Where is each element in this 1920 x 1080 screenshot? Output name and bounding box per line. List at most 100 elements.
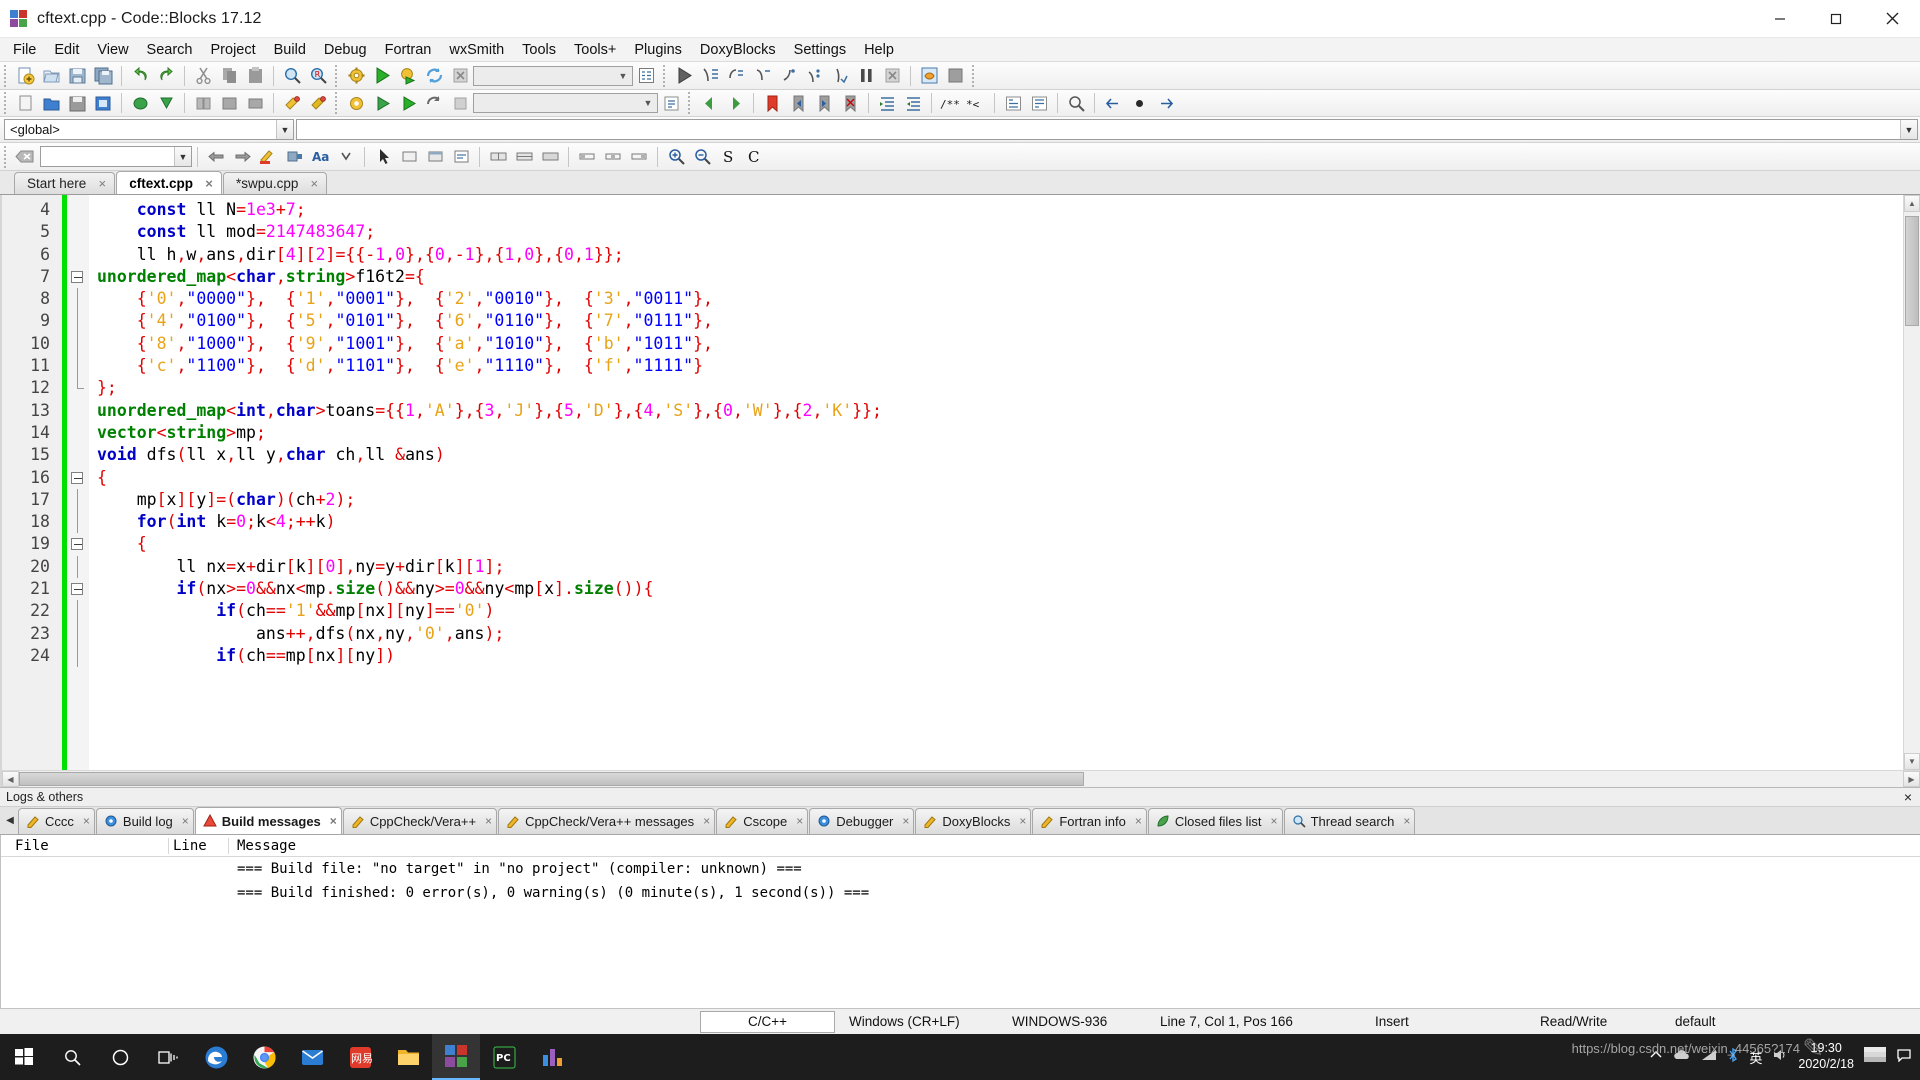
toolbar-grip[interactable] — [2, 64, 10, 87]
uncomment-block-icon[interactable]: *< — [963, 91, 989, 115]
debugger-toolbar-grip[interactable] — [661, 64, 669, 87]
bluetooth-icon[interactable] — [1727, 1047, 1739, 1068]
save-icon[interactable] — [64, 64, 90, 88]
youdao-button[interactable]: 网易 — [336, 1034, 384, 1080]
debug-next-line-icon[interactable] — [723, 64, 749, 88]
wx-dialog-icon[interactable] — [422, 145, 448, 169]
undo-icon[interactable] — [127, 64, 153, 88]
layout-horizontal-icon[interactable] — [485, 145, 511, 169]
fortran-run-icon[interactable] — [369, 91, 395, 115]
fold-marker[interactable] — [67, 266, 89, 288]
onedrive-icon[interactable] — [1673, 1048, 1691, 1067]
code-text-area[interactable]: const ll N=1e3+7; const ll mod=214748364… — [89, 195, 1903, 770]
scroll-down-arrow-icon[interactable]: ▼ — [1904, 753, 1920, 771]
doxyblocks-toolbar-grip[interactable] — [2, 92, 10, 114]
open-file-icon[interactable] — [38, 64, 64, 88]
doxyblocks-lines-icon[interactable] — [242, 91, 268, 115]
layout-grid-icon[interactable] — [537, 145, 563, 169]
menu-view[interactable]: View — [88, 39, 137, 61]
ime-icon[interactable]: 英 — [1749, 1048, 1762, 1067]
close-icon[interactable]: × — [1403, 814, 1410, 828]
show-hidden-icons[interactable] — [1649, 1048, 1663, 1067]
logs-tab-build-messages[interactable]: Build messages × — [194, 807, 342, 835]
select-word-icon[interactable] — [281, 145, 307, 169]
highlight-occurrences-icon[interactable] — [1063, 91, 1089, 115]
minimize-button[interactable] — [1752, 0, 1808, 38]
menu-debug[interactable]: Debug — [315, 39, 376, 61]
logs-tab-cccc[interactable]: Cccc × — [18, 807, 95, 834]
fold-marker[interactable] — [67, 467, 89, 489]
menu-doxyblocks[interactable]: DoxyBlocks — [691, 39, 785, 61]
vscroll-thumb[interactable] — [1905, 216, 1919, 326]
fortran-toolbar-grip[interactable] — [333, 92, 341, 114]
close-icon[interactable]: × — [182, 814, 189, 828]
cn-flag-icon[interactable] — [1864, 1047, 1886, 1067]
highlight-all-icon[interactable] — [255, 145, 281, 169]
align-right-icon[interactable] — [626, 145, 652, 169]
fold-all-icon[interactable] — [1026, 91, 1052, 115]
close-icon[interactable]: × — [1019, 814, 1026, 828]
editor-tab-swpu-cpp[interactable]: *swpu.cpp × — [223, 172, 328, 194]
logs-tab-debugger[interactable]: Debugger × — [809, 807, 915, 834]
indent-increase-icon[interactable] — [874, 91, 900, 115]
close-icon[interactable]: × — [796, 814, 803, 828]
close-icon[interactable]: × — [96, 177, 108, 190]
fortran-prev-icon[interactable] — [696, 91, 722, 115]
incremental-search-input[interactable]: ▼ — [40, 146, 192, 167]
chrome-button[interactable] — [240, 1034, 288, 1080]
volume-icon[interactable] — [1772, 1048, 1788, 1067]
doxyblocks-comment-icon[interactable] — [190, 91, 216, 115]
menu-wxsmith[interactable]: wxSmith — [440, 39, 513, 61]
logs-panel-close-icon[interactable]: × — [1904, 790, 1912, 804]
close-icon[interactable]: × — [1271, 814, 1278, 828]
save-all-icon[interactable] — [90, 64, 116, 88]
doxyblocks-extract-icon[interactable] — [153, 91, 179, 115]
nav-here-icon[interactable] — [1126, 91, 1152, 115]
nav-forward-icon[interactable] — [1152, 91, 1178, 115]
menu-edit[interactable]: Edit — [45, 39, 88, 61]
doxyblocks-save-icon[interactable] — [64, 91, 90, 115]
menu-tools[interactable]: Tools — [513, 39, 565, 61]
search-options-icon[interactable] — [333, 145, 359, 169]
table-row[interactable]: === Build finished: 0 error(s), 0 warnin… — [1, 881, 1920, 905]
debug-continue-icon[interactable] — [671, 64, 697, 88]
codeblocks-button[interactable] — [432, 1034, 480, 1080]
debug-stop-icon[interactable] — [879, 64, 905, 88]
toolbar-grip-end[interactable] — [970, 64, 978, 87]
debug-step-into-instruction-icon[interactable] — [827, 64, 853, 88]
symbol-combo[interactable]: ▼ — [296, 119, 1918, 140]
indent-decrease-icon[interactable] — [900, 91, 926, 115]
editor-vertical-scrollbar[interactable]: ▲ ▼ — [1903, 195, 1920, 771]
run-icon[interactable] — [369, 64, 395, 88]
scope-combo[interactable]: <global> ▼ — [4, 119, 294, 140]
fortran-run2-icon[interactable] — [395, 91, 421, 115]
logs-tab-prev-icon[interactable]: ◀ — [2, 815, 18, 826]
menu-build[interactable]: Build — [265, 39, 315, 61]
close-icon[interactable]: × — [485, 814, 492, 828]
task-view-button[interactable] — [144, 1034, 192, 1080]
close-button[interactable] — [1864, 0, 1920, 38]
zoom-in-icon[interactable] — [663, 145, 689, 169]
fortran-next-icon[interactable] — [722, 91, 748, 115]
abort-build-icon[interactable] — [447, 64, 473, 88]
align-left-icon[interactable] — [574, 145, 600, 169]
close-icon[interactable]: × — [1135, 814, 1142, 828]
cortana-button[interactable] — [96, 1034, 144, 1080]
edge-button[interactable] — [192, 1034, 240, 1080]
scroll-left-arrow-icon[interactable]: ◀ — [2, 771, 19, 788]
logs-tab-closed-files-list[interactable]: Closed files list × — [1147, 807, 1283, 834]
search-prev-icon[interactable] — [203, 145, 229, 169]
doxyblocks-wizard-icon[interactable] — [305, 91, 331, 115]
build-icon[interactable] — [343, 64, 369, 88]
rebuild-icon[interactable] — [421, 64, 447, 88]
doxyblocks-export-icon[interactable] — [90, 91, 116, 115]
fortran-gear-icon[interactable] — [343, 91, 369, 115]
bookmark-toggle-icon[interactable] — [759, 91, 785, 115]
cursor-select-icon[interactable] — [370, 145, 396, 169]
logs-tab-build-log[interactable]: Build log × — [95, 807, 194, 834]
menu-help[interactable]: Help — [855, 39, 903, 61]
bookmark-clear-icon[interactable] — [837, 91, 863, 115]
start-button[interactable] — [0, 1034, 48, 1080]
smith-s-icon[interactable]: S — [715, 145, 741, 169]
mail-button[interactable] — [288, 1034, 336, 1080]
